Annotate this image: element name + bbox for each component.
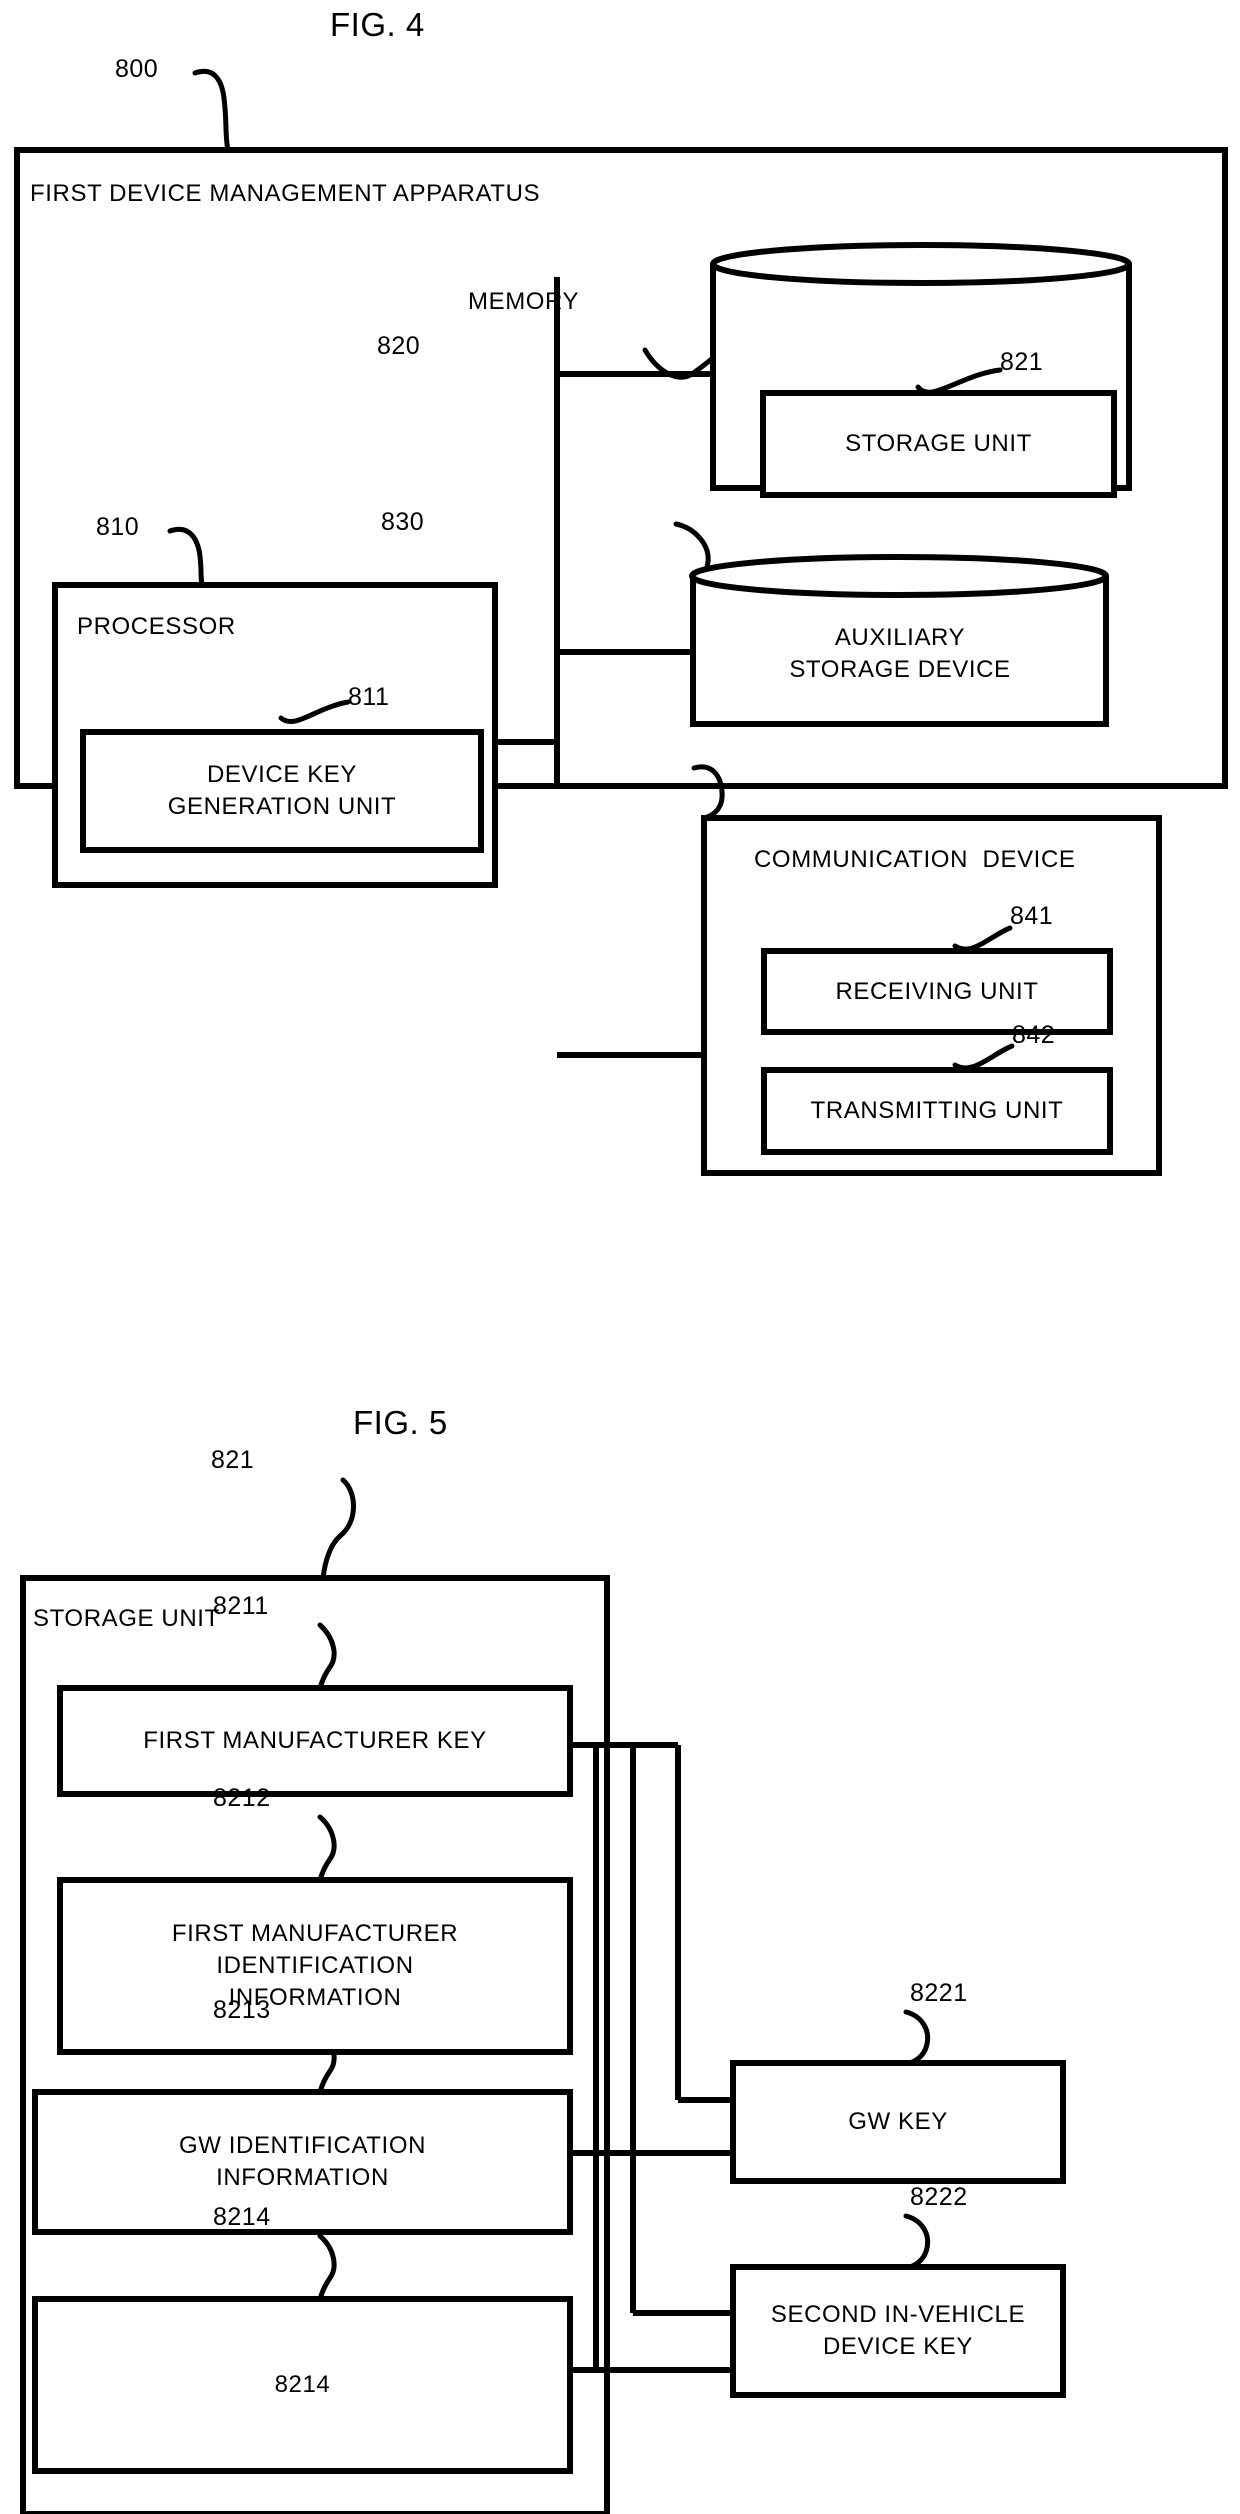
first-manufacturer-identification-information-label: FIRST MANUFACTURER IDENTIFICATION INFORM… [171,1920,459,2011]
reference-number-841: 841 [1010,902,1054,930]
patent-figure-sheet: FIG. 4 800 FIRST DEVICE MANAGEMENT APPAR… [0,0,1240,2514]
receiving-unit-label: RECEIVING UNIT [835,977,1039,1005]
second-manufacturer-identification-information-label: 8214 [274,2371,331,2399]
second-in-vehicle-device-key-label: SECOND IN-VEHICLE DEVICE KEY [770,2301,1026,2360]
reference-number-820: 820 [377,332,421,360]
leader-line-841 [952,925,1013,952]
reference-number-800: 800 [115,55,159,83]
reference-number-821-fig4: 821 [1000,348,1044,376]
auxiliary-storage-cylinder-top-ellipse [689,554,1109,598]
leader-line-840 [691,764,725,821]
reference-number-8212: 8212 [213,1784,271,1812]
storage-unit-label-fig4: STORAGE UNIT [845,430,1032,458]
auxiliary-storage-device-label: AUXILIARY STORAGE DEVICE [789,624,1011,683]
leader-line-8222 [903,2213,931,2270]
communication-device-title: COMMUNICATION DEVICE [754,846,1076,873]
reference-number-8221: 8221 [910,1979,968,2007]
leader-line-810 [167,526,206,588]
first-manufacturer-key-label: FIRST MANUFACTURER KEY [143,1727,487,1755]
figure-title-4: FIG. 4 [330,6,425,43]
reference-number-810: 810 [96,513,140,541]
gw-identification-information-label: GW IDENTIFICATION INFORMATION [178,2132,427,2191]
transmitting-unit-box: TRANSMITTING UNIT [761,1067,1113,1155]
processor-title: PROCESSOR [77,613,236,640]
storage-unit-box-fig4: STORAGE UNIT [760,390,1117,498]
leader-line-821-fig4 [915,367,1003,395]
memory-cylinder-top-ellipse [710,242,1132,286]
storage-unit-title-fig5: STORAGE UNIT [33,1605,220,1632]
leader-line-8221 [903,2009,931,2066]
leader-line-8212 [317,1814,337,1883]
leader-line-8214 [317,2233,337,2302]
apparatus-title: FIRST DEVICE MANAGEMENT APPARATUS [30,180,541,207]
leader-line-800 [192,68,231,153]
receiving-unit-box: RECEIVING UNIT [761,948,1113,1035]
memory-title: MEMORY [468,288,580,315]
transmitting-unit-label: TRANSMITTING UNIT [810,1097,1064,1125]
reference-number-8213: 8213 [213,1996,271,2024]
figure-title-5: FIG. 5 [353,1404,448,1441]
leader-line-8211 [317,1622,337,1691]
device-key-generation-unit-box: DEVICE KEY GENERATION UNIT [80,729,484,853]
reference-number-821-fig5: 821 [211,1446,255,1474]
leader-line-842 [952,1043,1015,1071]
leader-line-820 [642,347,716,380]
reference-number-8211: 8211 [213,1592,269,1620]
reference-number-830: 830 [381,508,425,536]
leader-line-811 [278,699,351,725]
leader-line-830 [673,521,711,583]
gw-key-label: GW KEY [848,2108,948,2136]
reference-number-811: 811 [348,683,390,711]
reference-number-842: 842 [1012,1021,1056,1049]
reference-number-8222: 8222 [910,2183,968,2211]
leader-line-821-fig5 [320,1477,356,1581]
reference-number-8214: 8214 [213,2203,271,2231]
